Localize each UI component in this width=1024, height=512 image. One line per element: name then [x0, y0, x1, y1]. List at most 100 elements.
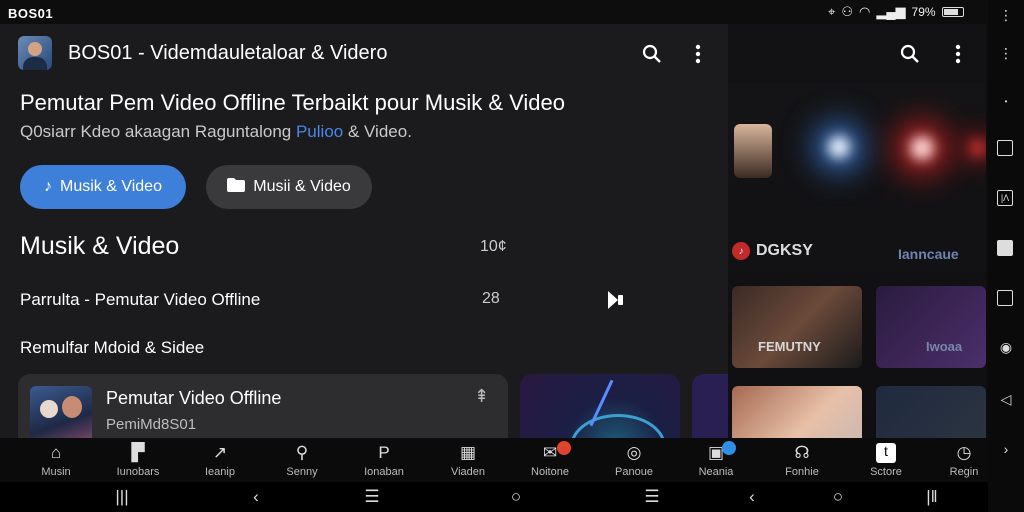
channel-logo[interactable]: ♪ DGKSY	[732, 242, 813, 260]
video-title: Pemutar Video Offline	[106, 388, 282, 408]
home-icon: ⌂	[50, 442, 62, 462]
menu-icon[interactable]: ☰	[642, 487, 662, 507]
nav-item-senny[interactable]: ⚲ Senny	[266, 438, 338, 482]
nav-item-regin[interactable]: ◷ Regin	[928, 438, 1000, 482]
nav-item-viaden[interactable]: ▦ Viaden	[432, 438, 504, 482]
search-icon: ⚲	[295, 442, 309, 462]
nav-item-noitone[interactable]: ✉ Noitone	[514, 438, 586, 482]
app-bar: BOS01 - Videmdauletaloar & Videro	[0, 24, 728, 82]
home-circle-icon[interactable]: ○	[506, 487, 526, 507]
app-title: BOS01 - Videmdauletaloar & Videro	[68, 42, 388, 64]
mail-icon: ✉	[543, 440, 571, 463]
home-circle-icon[interactable]: ○	[828, 487, 848, 507]
nav-label: Sctore	[870, 465, 902, 478]
nav-label: Viaden	[450, 465, 486, 478]
back-icon[interactable]: ‹	[742, 487, 762, 507]
nav-label: Musin	[41, 465, 71, 478]
search-icon[interactable]	[894, 38, 926, 70]
stage-light	[970, 140, 986, 156]
nav-label: Iunobars	[116, 465, 160, 478]
video-tile[interactable]	[876, 386, 986, 438]
list-row-count: 28	[482, 290, 500, 307]
grid-icon: ▛	[131, 442, 145, 462]
artist-thumbnail[interactable]	[734, 124, 772, 178]
text-icon: t	[876, 442, 896, 463]
section-count: 10¢	[480, 238, 507, 255]
recents-icon[interactable]: |||	[112, 487, 132, 507]
pin-icon[interactable]: ⇞	[474, 386, 489, 407]
nav-label: Senny	[286, 465, 318, 478]
headphones-icon: ☊	[794, 442, 810, 462]
grid-icon: ▣	[708, 440, 736, 463]
nav-label: Noitone	[531, 465, 569, 478]
stop-icon[interactable]	[997, 240, 1013, 256]
status-icons: ⌖ ⚇ ◠ ▂▄▆ 79%	[828, 4, 964, 20]
nav-item-panoue[interactable]: ◎ Panoue	[598, 438, 670, 482]
video-tile[interactable]: FEMUTNY	[732, 286, 862, 368]
play-icon[interactable]	[604, 288, 628, 312]
channel-logo-text: DGKSY	[756, 242, 813, 259]
folder-video-button[interactable]: Musii & Video	[206, 165, 372, 209]
nav-label: Ionaban	[364, 465, 404, 478]
video-tile-label: FEMUTNY	[758, 339, 821, 354]
hero-subtitle-link[interactable]: Pulioo	[296, 122, 343, 141]
back-arrow-icon[interactable]: ◁	[997, 390, 1015, 408]
sub-section-label: Remulfar Mdoid & Sidee	[20, 338, 205, 357]
compass-icon: ◎	[626, 442, 642, 462]
app-avatar[interactable]	[18, 36, 52, 70]
nav-item-fonhie[interactable]: ☊ Fonhie	[766, 438, 838, 482]
label-icon: P	[378, 442, 390, 462]
nav-item-iunobars[interactable]: ▛ Iunobars	[102, 438, 174, 482]
nav-label: Panoue	[615, 465, 653, 478]
more-vert-icon[interactable]: ⋮	[997, 44, 1015, 62]
record-icon[interactable]: ◉	[997, 338, 1015, 356]
notification-badge	[721, 440, 736, 455]
stage-light	[828, 136, 850, 158]
recents-icon[interactable]: |‖	[922, 487, 942, 507]
music-note-icon: ♪	[44, 178, 52, 195]
nav-item-ionaban[interactable]: P Ionaban	[348, 438, 420, 482]
wifi-icon: ◠	[858, 4, 871, 19]
nav-label: Neania	[698, 465, 734, 478]
location-icon: ⌖	[828, 4, 836, 19]
folder-icon	[227, 177, 246, 197]
nav-item-musin[interactable]: ⌂ Musin	[20, 438, 92, 482]
split-icon[interactable]: |Λ	[997, 190, 1013, 206]
video-card[interactable]: Pemutar Video Offline PemiMd8S01 ⇞	[18, 374, 508, 438]
folder-video-button-label: Musii & Video	[253, 178, 351, 195]
channel-tag: Ianncaue	[898, 246, 959, 262]
square-icon[interactable]	[997, 290, 1013, 306]
nav-item-neania[interactable]: ▣ Neania	[680, 438, 752, 482]
clock-icon: ◷	[956, 442, 972, 462]
stage-light	[910, 136, 934, 160]
back-icon[interactable]: ‹	[246, 487, 266, 507]
hero-subtitle-suffix: & Video.	[343, 122, 412, 141]
section-title: Musik & Video	[20, 232, 180, 260]
nav-item-ieanip[interactable]: ↗ Ieanip	[184, 438, 256, 482]
window-icon[interactable]	[997, 140, 1013, 156]
main-pane: BOS01 - Videmdauletaloar & Videro Pemuta…	[0, 24, 728, 438]
nav-label: Regin	[949, 465, 979, 478]
video-tile[interactable]	[732, 386, 862, 438]
video-tile-label: Iwoaa	[926, 339, 963, 354]
video-card-partial[interactable]	[692, 374, 728, 438]
search-icon[interactable]	[636, 38, 668, 70]
grid-icon: ▦	[459, 442, 477, 462]
more-vert-icon[interactable]: ⋮	[997, 6, 1015, 24]
more-vert-icon[interactable]	[942, 38, 974, 70]
status-time: BOS01	[8, 6, 54, 21]
signal-icon: ▂▄▆	[876, 4, 906, 19]
list-row-label[interactable]: Parrulta - Pemutar Video Offline	[20, 290, 260, 310]
nav-item-sctore[interactable]: t Sctore	[850, 438, 922, 482]
share-icon: ↗	[212, 442, 228, 462]
nav-label: Fonhie	[785, 465, 819, 478]
nav-label: Ieanip	[205, 465, 235, 478]
more-vert-icon[interactable]	[682, 38, 714, 70]
video-card-neon[interactable]	[520, 374, 680, 438]
musik-video-button[interactable]: ♪ Musik & Video	[20, 165, 186, 209]
sync-icon: ⚇	[841, 4, 853, 19]
hero-title: Pemutar Pem Video Offline Terbaikt pour …	[20, 90, 565, 115]
video-tile[interactable]: Iwoaa	[876, 286, 986, 368]
notification-badge	[556, 440, 571, 455]
menu-icon[interactable]: ☰	[362, 487, 382, 507]
